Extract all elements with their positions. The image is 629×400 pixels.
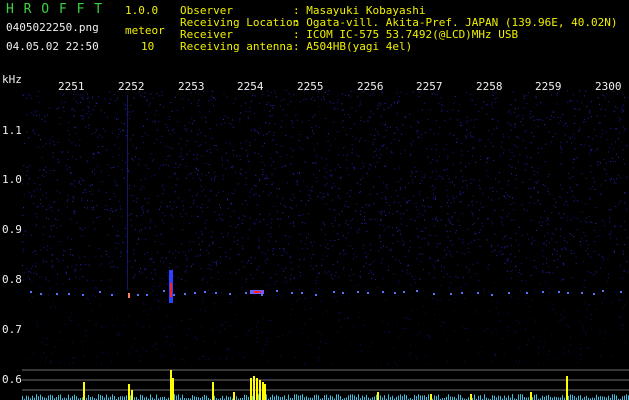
y-tick-label: 1.1	[2, 124, 22, 137]
date-time: 04.05.02 22:50	[6, 40, 99, 53]
spectrogram	[22, 90, 629, 400]
meteor-label: meteor	[125, 24, 165, 37]
y-axis-unit: kHz	[2, 73, 22, 86]
echo-bars	[83, 370, 568, 400]
location-value: : Ogata-vill. Akita-Pref. JAPAN (139.96E…	[293, 16, 618, 29]
receiver-label: Receiver	[180, 28, 233, 41]
meteor-peak	[170, 283, 172, 297]
x-tick-label: 2253	[178, 80, 205, 93]
noise-field	[22, 90, 628, 366]
y-tick-label: 0.6	[2, 373, 22, 386]
x-tick-label: 2251	[58, 80, 85, 93]
location-label: Receiving Location	[180, 16, 300, 29]
y-tick-label: 0.7	[2, 323, 22, 336]
app-version: 1.0.0	[125, 4, 159, 17]
x-tick-label: 2256	[357, 80, 384, 93]
x-tick-label: 2259	[535, 80, 562, 93]
vertical-trace	[127, 95, 128, 290]
file-name: 0405022250.png	[6, 21, 99, 34]
x-tick-label: 2254	[237, 80, 264, 93]
antenna-label: Receiving antenna	[180, 40, 293, 53]
x-tick-label: 2257	[416, 80, 443, 93]
app-name: H R O F F T	[6, 2, 104, 17]
x-tick-label: 2300	[595, 80, 622, 93]
y-tick-label: 0.8	[2, 273, 22, 286]
y-tick-label: 1.0	[2, 173, 22, 186]
meteor-dot	[128, 293, 130, 298]
observer-value: : Masayuki Kobayashi	[293, 4, 426, 17]
echo-trace-line	[30, 290, 622, 296]
receiver-value: : ICOM IC-575 53.7492(@LCD)MHz USB	[293, 28, 519, 41]
meteor-count: 10	[141, 40, 155, 53]
antenna-value: : A504HB(yagi 4el)	[293, 40, 413, 53]
signal-floor	[22, 394, 629, 400]
y-tick-label: 0.9	[2, 223, 22, 236]
x-tick-label: 2258	[476, 80, 503, 93]
hrofft-window: H R O F F T 1.0.0 0405022250.png 04.05.0…	[0, 0, 629, 400]
meteor-burst-peak	[254, 291, 261, 293]
observer-label: Observer	[180, 4, 233, 17]
x-tick-label: 2252	[118, 80, 145, 93]
x-tick-label: 2255	[297, 80, 324, 93]
